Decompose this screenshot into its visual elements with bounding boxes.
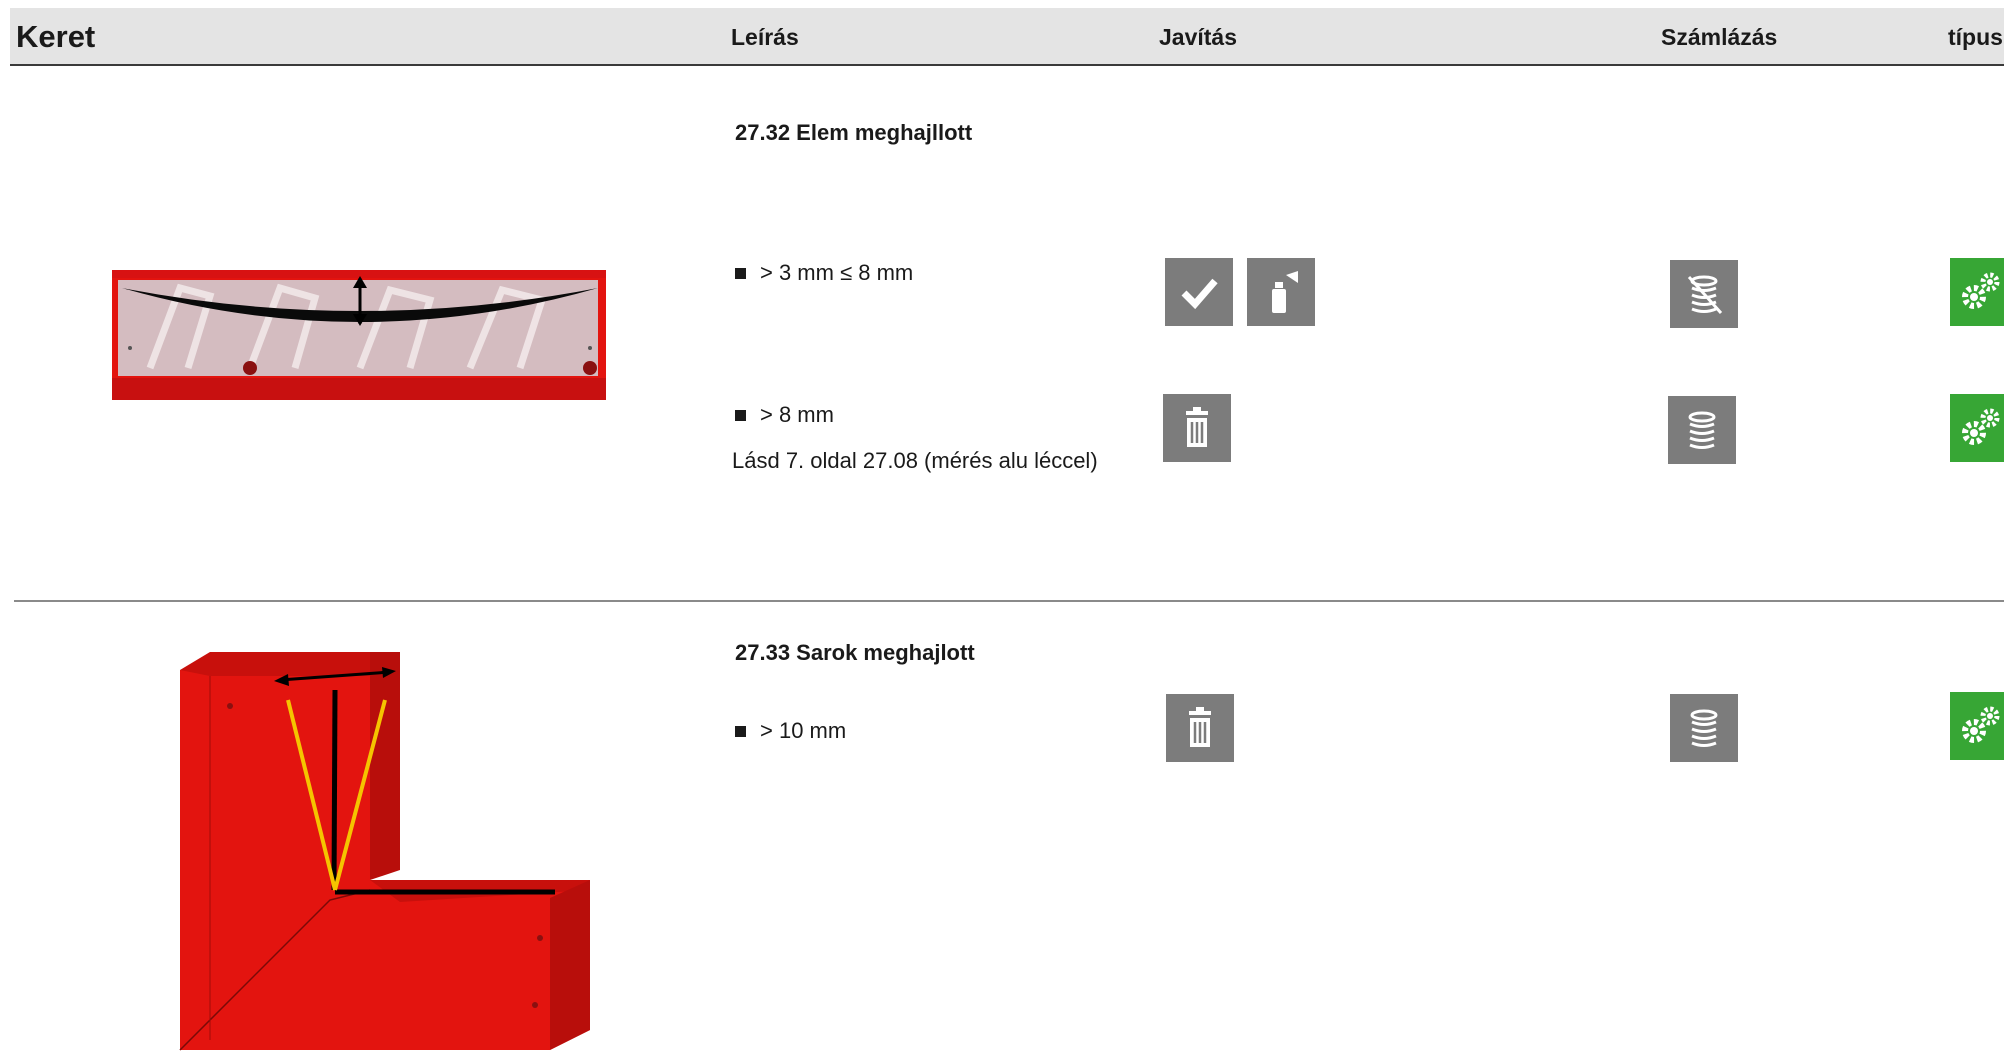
bullet-marker: [735, 409, 746, 421]
bullet-marker: [735, 725, 746, 737]
section-title: 27.32 Elem meghajllott: [735, 120, 973, 145]
gears-icon: [1950, 394, 2004, 462]
column-header-leiras: Leírás: [731, 24, 799, 50]
trash-icon: [1166, 694, 1234, 762]
condition-item: > 8 mm: [735, 402, 834, 428]
coins-icon: [1670, 694, 1738, 762]
page-title: Keret: [16, 19, 96, 54]
section-title: 27.33 Sarok meghajlott: [735, 640, 975, 665]
bullet-marker: [735, 267, 746, 279]
checkmark-icon: [1165, 258, 1233, 326]
gears-icon: [1950, 258, 2004, 326]
bent-panel-illustration: [112, 270, 606, 400]
bent-corner-illustration: [179, 652, 590, 1051]
column-header-szamlazas: Számlázás: [1661, 24, 1778, 50]
coins-crossed-icon: [1670, 260, 1738, 328]
condition-item: > 10 mm: [735, 718, 846, 744]
coins-icon: [1668, 396, 1736, 464]
reference-note: Lásd 7. oldal 27.08 (mérés alu léccel): [732, 448, 1098, 473]
column-header-tipus: típus: [1948, 24, 2003, 50]
condition-text: > 3 mm ≤ 8 mm: [760, 260, 914, 285]
condition-text: > 10 mm: [760, 718, 847, 743]
table-header: Keret Leírás Javítás Számlázás típus: [10, 8, 2004, 66]
gears-icon: [1950, 692, 2004, 760]
condition-text: > 8 mm: [760, 402, 834, 427]
spray-can-icon: [1247, 258, 1315, 326]
trash-icon: [1163, 394, 1231, 462]
condition-item: > 3 mm ≤ 8 mm: [735, 260, 913, 286]
column-header-javitas: Javítás: [1159, 24, 1238, 50]
section-divider: [14, 600, 2004, 602]
